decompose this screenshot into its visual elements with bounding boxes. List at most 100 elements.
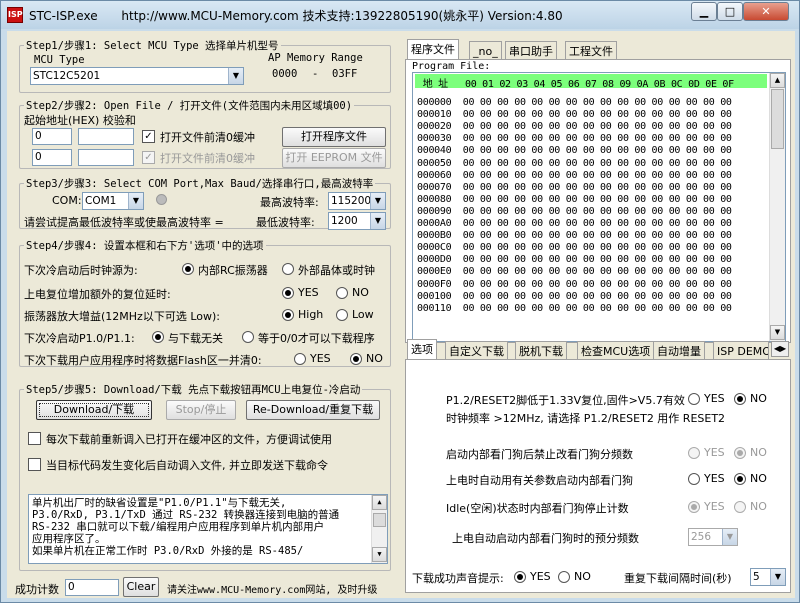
flash-clear-yes-label: YES <box>310 352 331 365</box>
status-led-icon <box>156 194 167 205</box>
reset-delay-yes-radio[interactable] <box>282 287 294 299</box>
footer-link-text: 请关注www.MCU-Memory.com网站, 及时升级 <box>167 585 378 596</box>
tab-no[interactable]: _no_ <box>469 41 502 61</box>
close-button[interactable]: ✕ <box>743 2 789 21</box>
wdt-auto-no-radio[interactable] <box>734 473 746 485</box>
start-address-input[interactable]: 0 <box>32 128 72 145</box>
step2-legend: Step2/步骤2: Open File / 打开文件(文件范围内未用区域填00… <box>24 98 355 113</box>
p10-unrelated-radio[interactable] <box>152 331 164 343</box>
tab-check-mcu[interactable]: 检查MCU选项 <box>577 341 655 361</box>
wdt-idle-no-radio[interactable] <box>734 501 746 513</box>
sound-yes-radio[interactable] <box>514 571 526 583</box>
tab-options[interactable]: 选项 <box>407 339 437 361</box>
clear-count-button[interactable]: Clear <box>123 577 159 597</box>
scroll-up-icon[interactable]: ▲ <box>770 73 785 88</box>
reset2-yes-radio[interactable] <box>688 393 700 405</box>
hex-row: 0000C0 00 00 00 00 00 00 00 00 00 00 00 … <box>417 242 732 254</box>
step4-group: Step4/步骤4: 设置本框和右下方'选项'中的选项 下次冷启动后时钟源为: … <box>19 238 391 367</box>
hex-row: 000030 00 00 00 00 00 00 00 00 00 00 00 … <box>417 133 732 145</box>
note-line: RS-232 串口就可以下载/编程用户应用程序到单片机内部用户 <box>32 521 325 533</box>
tab-isp-demo[interactable]: ISP DEMO <box>713 341 769 361</box>
tab-serial-assistant[interactable]: 串口助手 <box>505 41 557 61</box>
mcu-type-select[interactable]: STC12C5201 ▼ <box>30 67 244 85</box>
minimize-button[interactable]: ▁ <box>691 2 717 21</box>
wdt-lock-no-radio[interactable] <box>734 447 746 459</box>
p10-label: 下次冷启动P1.0/P1.1: <box>24 332 135 345</box>
app-name: STC-ISP.exe <box>29 9 98 23</box>
gain-low-radio[interactable] <box>336 309 348 321</box>
tab-offline-download[interactable]: 脱机下载 <box>515 341 567 361</box>
hex-header: 地 址 00 01 02 03 04 05 06 07 08 09 0A 0B … <box>417 79 734 90</box>
tab-custom-download[interactable]: 自定义下载 <box>445 341 508 361</box>
chevron-down-icon: ▼ <box>370 193 385 209</box>
interval-value: 5 <box>753 571 760 583</box>
open-program-file-button[interactable]: 打开程序文件 <box>282 127 386 147</box>
wdt-auto-label: 上电时自动用有关参数启动内部看门狗 <box>446 474 633 487</box>
reset-delay-no-radio[interactable] <box>336 287 348 299</box>
download-button[interactable]: Download/下载 <box>36 400 152 420</box>
options-tab-panel: 选项 自定义下载 脱机下载 检查MCU选项 自动增量 ISP DEMO ◀▶ P… <box>405 339 791 593</box>
chevron-down-icon: ▼ <box>722 529 737 545</box>
flash-clear-no-radio[interactable] <box>350 353 362 365</box>
p10-zero-radio[interactable] <box>242 331 254 343</box>
scroll-down-icon[interactable]: ▼ <box>372 547 387 562</box>
main-window: ISP STC-ISP.exe http://www.MCU-Memory.co… <box>0 0 800 603</box>
tab-auto-increment[interactable]: 自动增量 <box>653 341 705 361</box>
wdt-prescale-value: 256 <box>691 531 712 543</box>
hex-row: 000060 00 00 00 00 00 00 00 00 00 00 00 … <box>417 169 732 181</box>
reset2-no-label: NO <box>750 392 767 405</box>
interval-label: 重复下载间隔时间(秒) <box>624 572 732 585</box>
scroll-up-icon[interactable]: ▲ <box>372 495 387 510</box>
flash-clear-yes-radio[interactable] <box>294 353 306 365</box>
wdt-auto-yes-radio[interactable] <box>688 473 700 485</box>
eeprom-address-input[interactable]: 0 <box>32 149 72 166</box>
clock-external-radio[interactable] <box>282 263 294 275</box>
com-port-select[interactable]: COM1 ▼ <box>82 192 144 210</box>
reload-before-download-label: 每次下载前重新调入已打开在缓冲区的文件，方便调试使用 <box>46 433 332 446</box>
title-bar: ISP STC-ISP.exe http://www.MCU-Memory.co… <box>1 1 799 29</box>
flash-clear-label: 下次下载用户应用程序时将数据Flash区一并清0: <box>24 354 262 367</box>
open-eeprom-file-button[interactable]: 打开 EEPROM 文件 <box>282 148 386 168</box>
wdt-auto-yes-label: YES <box>704 472 725 485</box>
wdt-lock-yes-radio[interactable] <box>688 447 700 459</box>
window-subtitle: http://www.MCU-Memory.com 技术支持:139228051… <box>121 9 563 23</box>
gain-high-radio[interactable] <box>282 309 294 321</box>
redownload-button[interactable]: Re-Download/重复下载 <box>246 400 380 420</box>
scroll-down-icon[interactable]: ▼ <box>770 325 785 340</box>
ap-memory-label: AP Memory Range <box>268 52 363 64</box>
tab-project-file[interactable]: 工程文件 <box>565 41 617 61</box>
scroll-thumb[interactable] <box>771 89 784 149</box>
hex-row: 000020 00 00 00 00 00 00 00 00 00 00 00 … <box>417 121 732 133</box>
note-scrollbar[interactable]: ▲ ▼ <box>371 495 387 563</box>
wdt-idle-yes-radio[interactable] <box>688 501 700 513</box>
hex-view[interactable]: 地 址 00 01 02 03 04 05 06 07 08 09 0A 0B … <box>412 72 786 342</box>
stop-button[interactable]: Stop/停止 <box>166 400 236 420</box>
note-line: P3.0/RxD, P3.1/TxD 通过 RS-232 转换器连接到电脑的普通 <box>32 509 340 521</box>
reload-before-download-checkbox[interactable] <box>28 432 41 445</box>
close-icon: ✕ <box>761 5 771 18</box>
reset2-no-radio[interactable] <box>734 393 746 405</box>
program-tab-panel: 程序文件 _no_ 串口助手 工程文件 Program File: 地 址 00… <box>405 39 791 343</box>
tab-program-file[interactable]: 程序文件 <box>407 39 459 61</box>
note-line: 应用程序区了。 <box>32 533 106 545</box>
wdt-idle-no-label: NO <box>750 500 767 513</box>
wdt-auto-no-label: NO <box>750 472 767 485</box>
wdt-prescale-select[interactable]: 256 ▼ <box>688 528 738 546</box>
tab-label: 检查MCU选项 <box>581 345 651 358</box>
maximize-button[interactable]: □ <box>717 2 743 21</box>
clear-buffer-checkbox[interactable]: ✓ <box>142 130 155 143</box>
interval-select[interactable]: 5 ▼ <box>750 568 786 586</box>
step2-group: Step2/步骤2: Open File / 打开文件(文件范围内未用区域填00… <box>19 98 391 169</box>
tab-scroll-icon[interactable]: ◀▶ <box>771 341 789 357</box>
hex-row: 0000D0 00 00 00 00 00 00 00 00 00 00 00 … <box>417 254 732 266</box>
auto-download-checkbox[interactable] <box>28 458 41 471</box>
scroll-thumb[interactable] <box>373 513 386 527</box>
sound-label: 下载成功声音提示: <box>412 572 504 585</box>
hex-scrollbar[interactable]: ▲ ▼ <box>769 73 785 341</box>
min-baud-select[interactable]: 1200 ▼ <box>328 212 386 230</box>
max-baud-select[interactable]: 115200 ▼ <box>328 192 386 210</box>
sound-no-radio[interactable] <box>558 571 570 583</box>
clock-internal-radio[interactable] <box>182 263 194 275</box>
hex-row: 000040 00 00 00 00 00 00 00 00 00 00 00 … <box>417 145 732 157</box>
clear-eeprom-buffer-checkbox[interactable]: ✓ <box>142 151 155 164</box>
